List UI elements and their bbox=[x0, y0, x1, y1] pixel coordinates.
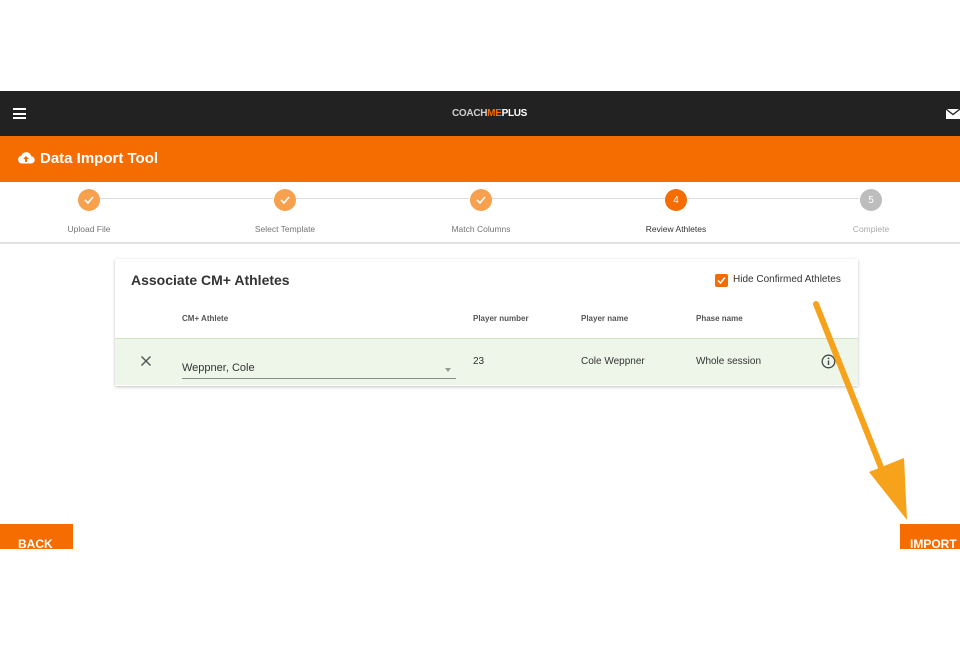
annotation-arrow-icon bbox=[813, 301, 907, 520]
